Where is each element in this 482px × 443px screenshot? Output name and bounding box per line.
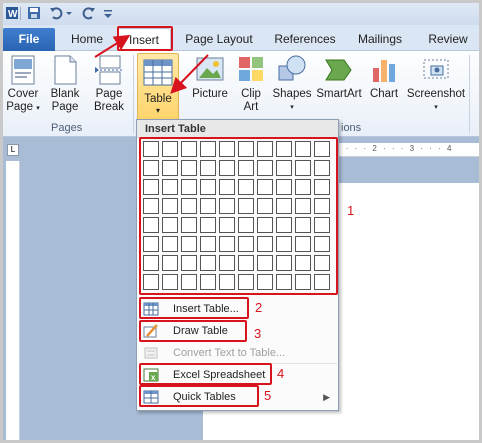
arrow-to-table-button: [170, 54, 209, 94]
annotation-box-draw-table: [139, 320, 247, 342]
insert-table-header: Insert Table: [137, 120, 338, 138]
annotation-box-insert-table: [139, 297, 249, 319]
annotation-number-5: 5: [264, 388, 272, 403]
annotation-box-quick-tables: [139, 385, 259, 407]
tab-selector[interactable]: L: [7, 144, 19, 156]
ruler-marks: 1 · · · 2 · · · 3 · · · 4: [335, 144, 454, 153]
submenu-arrow-icon: ▶: [323, 392, 330, 402]
horizontal-ruler[interactable]: 1 · · · 2 · · · 3 · · · 4: [331, 143, 479, 157]
convert-text-icon: [144, 347, 158, 359]
annotation-box-excel: [139, 363, 272, 385]
annotation-number-2: 2: [255, 300, 263, 315]
menu-convert-text-to-table: Convert Text to Table...: [137, 343, 338, 363]
annotation-number-1: 1: [347, 203, 355, 218]
annotation-number-3: 3: [254, 326, 262, 341]
annotation-box-grid: [139, 137, 338, 295]
annotation-box-insert-tab: [117, 26, 173, 51]
word-window: W File Home Insert Page Layout Reference…: [0, 0, 482, 443]
menu-convert-text-label: Convert Text to Table...: [173, 347, 286, 359]
vertical-ruler[interactable]: [6, 161, 20, 440]
annotation-number-4: 4: [277, 366, 285, 381]
